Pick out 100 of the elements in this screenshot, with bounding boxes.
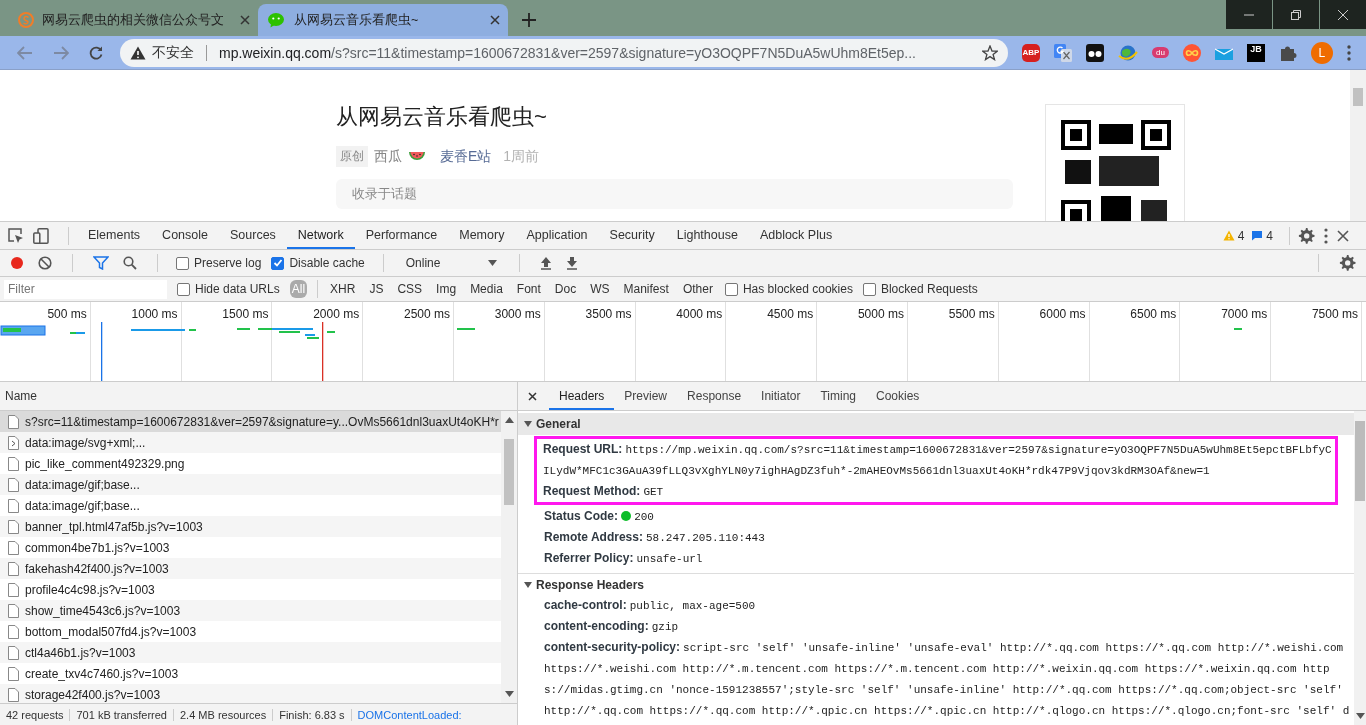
more-icon[interactable] bbox=[1324, 227, 1328, 244]
request-row[interactable]: data:image/svg+xml;... bbox=[0, 432, 501, 453]
detail-tab[interactable]: Response bbox=[677, 382, 752, 410]
scrollbar[interactable] bbox=[501, 411, 517, 703]
scrollbar-thumb[interactable] bbox=[1353, 88, 1363, 106]
detail-tab[interactable]: Initiator bbox=[751, 382, 811, 410]
request-row[interactable]: common4be7b1.js?v=1003 bbox=[0, 537, 501, 558]
panel-tab[interactable]: Sources bbox=[219, 222, 287, 249]
request-row[interactable]: pic_like_comment492329.png bbox=[0, 453, 501, 474]
checkbox[interactable] bbox=[176, 256, 189, 270]
device-icon[interactable] bbox=[33, 227, 51, 244]
checkbox-label[interactable]: Hide data URLs bbox=[195, 282, 280, 296]
request-row[interactable]: bottom_modal507fd4.js?v=1003 bbox=[0, 621, 501, 642]
settings-icon[interactable] bbox=[1339, 255, 1356, 271]
detail-tab[interactable]: Headers bbox=[549, 382, 615, 410]
type-filter[interactable]: Img bbox=[434, 280, 459, 298]
panel-tab[interactable]: Lighthouse bbox=[665, 222, 749, 249]
download-icon[interactable] bbox=[566, 256, 579, 270]
checkbox-label[interactable]: Has blocked cookies bbox=[742, 282, 853, 296]
extension-icon[interactable]: JB bbox=[1246, 43, 1265, 62]
account-link[interactable]: 麦香E站 bbox=[440, 147, 492, 166]
checkbox[interactable] bbox=[724, 282, 738, 296]
panel-tab[interactable]: Application bbox=[515, 222, 599, 249]
tick-label: 3500 ms bbox=[585, 307, 632, 321]
menu-icon[interactable] bbox=[1346, 44, 1351, 61]
request-row[interactable]: banner_tpl.html47af5b.js?v=1003 bbox=[0, 516, 501, 537]
glasses-icon[interactable] bbox=[1086, 43, 1104, 62]
extension-icon[interactable]: ABP bbox=[1022, 43, 1040, 62]
close-icon[interactable] bbox=[528, 391, 537, 401]
panel-tab[interactable]: Elements bbox=[77, 222, 152, 249]
section-header[interactable]: General bbox=[518, 413, 1354, 435]
extension-icon[interactable]: du bbox=[1152, 47, 1169, 58]
search-icon[interactable] bbox=[123, 256, 137, 270]
scrollbar[interactable] bbox=[1354, 411, 1366, 725]
detail-tab[interactable]: Timing bbox=[810, 382, 866, 410]
scroll-arrow-icon[interactable] bbox=[1355, 713, 1365, 719]
browser-tab[interactable]: 网易云爬虫的相关微信公众号文 bbox=[8, 4, 258, 36]
header-name: Status Code: bbox=[544, 509, 618, 523]
header-entry: content-encoding: gzip bbox=[544, 620, 679, 632]
request-row[interactable]: profile4c4c98.js?v=1003 bbox=[0, 579, 501, 600]
issues-counter[interactable]: 4 4 bbox=[1222, 228, 1277, 243]
filter-icon[interactable] bbox=[93, 256, 109, 270]
panel-tab[interactable]: Security bbox=[598, 222, 666, 249]
scrollbar-thumb[interactable] bbox=[504, 439, 514, 505]
column-header[interactable]: Name bbox=[5, 389, 37, 403]
star-icon[interactable] bbox=[982, 44, 998, 61]
browser-tab[interactable]: 从网易云音乐看爬虫~ bbox=[258, 4, 508, 36]
inspect-icon[interactable] bbox=[8, 227, 24, 244]
checkbox-label[interactable]: Disable cache bbox=[289, 256, 365, 270]
type-filter[interactable]: Manifest bbox=[621, 280, 671, 298]
type-filter[interactable]: XHR bbox=[328, 280, 358, 298]
close-icon[interactable] bbox=[490, 15, 500, 25]
checkbox-label[interactable]: Preserve log bbox=[194, 256, 262, 270]
request-row[interactable]: data:image/gif;base... bbox=[0, 474, 501, 495]
request-row[interactable]: fakehash42f400.js?v=1003 bbox=[0, 558, 501, 579]
new-tab-icon[interactable] bbox=[522, 13, 536, 27]
reload-icon[interactable] bbox=[89, 45, 103, 60]
request-row[interactable]: ctl4a46b1.js?v=1003 bbox=[0, 642, 501, 663]
restore-icon[interactable] bbox=[1291, 9, 1301, 20]
checkbox[interactable] bbox=[271, 256, 285, 270]
request-row[interactable]: storage42f400.js?v=1003 bbox=[0, 684, 501, 703]
request-row[interactable]: create_txv4c7460.js?v=1003 bbox=[0, 663, 501, 684]
panel-tab[interactable]: Adblock Plus bbox=[748, 222, 844, 249]
panel-tab[interactable]: Performance bbox=[354, 222, 449, 249]
checkbox-label[interactable]: Blocked Requests bbox=[880, 282, 978, 296]
type-filter[interactable]: CSS bbox=[395, 280, 425, 298]
filter-field[interactable]: Filter bbox=[4, 279, 167, 299]
detail-tab[interactable]: Preview bbox=[614, 382, 678, 410]
settings-icon[interactable] bbox=[1298, 227, 1315, 244]
type-filter[interactable]: Media bbox=[468, 280, 505, 298]
throttle-dropdown[interactable]: Online bbox=[401, 256, 502, 270]
checkbox[interactable] bbox=[177, 282, 190, 296]
tick-label: 1000 ms bbox=[131, 307, 178, 321]
type-filter[interactable]: Other bbox=[680, 280, 715, 298]
section-header[interactable]: Response Headers bbox=[518, 573, 1354, 595]
type-filter[interactable]: Doc bbox=[552, 280, 579, 298]
detail-tab[interactable]: Cookies bbox=[866, 382, 930, 410]
request-row[interactable]: show_time4543c6.js?v=1003 bbox=[0, 600, 501, 621]
panel-tab[interactable]: Console bbox=[151, 222, 219, 249]
publish-time: 1周前 bbox=[503, 147, 540, 166]
close-icon[interactable] bbox=[1337, 229, 1349, 242]
request-row[interactable]: s?src=11&timestamp=1600672831&ver=2597&signature=y...OvMs5661dnl3uaxUt4oKH*r bbox=[0, 411, 501, 432]
author-name: 西瓜 bbox=[374, 147, 402, 166]
request-row[interactable]: data:image/gif;base... bbox=[0, 495, 501, 516]
topic-label: 收录于话题 bbox=[352, 186, 417, 201]
scrollbar[interactable] bbox=[1350, 70, 1366, 221]
scroll-arrow-icon[interactable] bbox=[504, 417, 514, 423]
upload-icon[interactable] bbox=[540, 256, 553, 270]
type-filter[interactable]: WS bbox=[588, 280, 612, 298]
checkbox[interactable] bbox=[862, 282, 876, 296]
panel-tab[interactable]: Memory bbox=[448, 222, 516, 249]
clear-icon[interactable] bbox=[38, 256, 52, 270]
type-filter[interactable]: JS bbox=[367, 280, 386, 298]
type-filter[interactable]: Font bbox=[514, 280, 543, 298]
address-bar[interactable]: 不安全 mp.weixin.qq.com/s?src=11&timestamp=1600672831&ver=2597&signature=yO3OQPF7N5DuA5wUhm8Et5ep... bbox=[120, 38, 1008, 67]
translate-icon[interactable] bbox=[1054, 43, 1072, 62]
scrollbar-thumb[interactable] bbox=[1355, 421, 1365, 501]
record-icon[interactable] bbox=[10, 256, 24, 270]
scroll-arrow-icon[interactable] bbox=[504, 691, 514, 697]
globe-icon[interactable] bbox=[1118, 43, 1138, 62]
